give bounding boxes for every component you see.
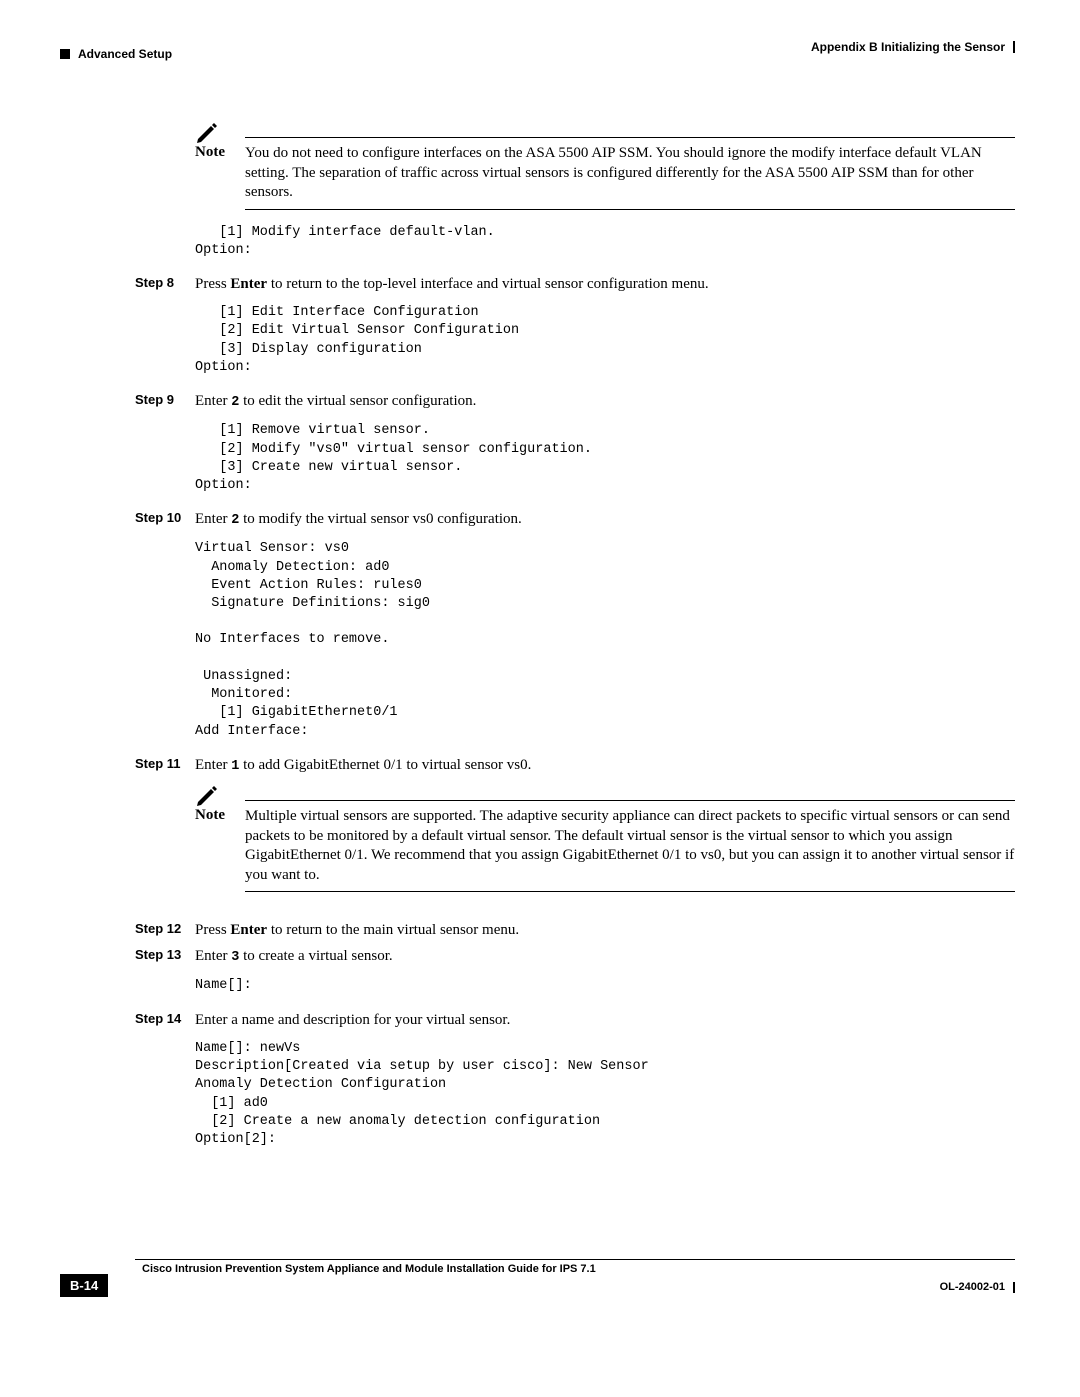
- footer-separator-icon: [1013, 1282, 1015, 1293]
- page-number: B-14: [60, 1274, 108, 1297]
- note-text: Multiple virtual sensors are supported. …: [245, 807, 1015, 885]
- code-block: [1] Modify interface default-vlan. Optio…: [195, 224, 1015, 260]
- pencil-icon: [195, 121, 219, 143]
- step-label: Step 14: [135, 1010, 195, 1030]
- step-text: Enter 2 to modify the virtual sensor vs0…: [195, 509, 1015, 530]
- note-label: Note: [195, 144, 245, 203]
- code-block: [1] Remove virtual sensor. [2] Modify "v…: [195, 422, 1015, 495]
- step-label: Step 11: [135, 755, 195, 776]
- doc-number: OL-24002-01: [940, 1281, 1005, 1293]
- step-row: Step 10 Enter 2 to modify the virtual se…: [135, 509, 1015, 530]
- step-row: Step 12 Press Enter to return to the mai…: [135, 920, 1015, 940]
- page-footer: Cisco Intrusion Prevention System Applia…: [60, 1259, 1015, 1309]
- step-text: Enter 1 to add GigabitEthernet 0/1 to vi…: [195, 755, 1015, 776]
- step-text: Press Enter to return to the top-level i…: [195, 274, 1015, 294]
- section-title: Advanced Setup: [78, 47, 172, 61]
- note-block: Note Multiple virtual sensors are suppor…: [135, 784, 1015, 892]
- note-block: Note You do not need to configure interf…: [135, 121, 1015, 210]
- step-label: Step 8: [135, 274, 195, 294]
- step-row: Step 13 Enter 3 to create a virtual sens…: [135, 946, 1015, 967]
- step-text: Enter 3 to create a virtual sensor.: [195, 946, 1015, 967]
- step-row: Step 11 Enter 1 to add GigabitEthernet 0…: [135, 755, 1015, 776]
- page-content: Note You do not need to configure interf…: [135, 121, 1015, 1149]
- step-label: Step 13: [135, 946, 195, 967]
- step-row: Step 9 Enter 2 to edit the virtual senso…: [135, 391, 1015, 412]
- header-separator-icon: [1013, 41, 1015, 53]
- note-text: You do not need to configure interfaces …: [245, 144, 1015, 203]
- note-label: Note: [195, 807, 245, 885]
- pencil-icon: [195, 784, 219, 806]
- step-row: Step 14 Enter a name and description for…: [135, 1010, 1015, 1030]
- page-header: Advanced Setup Appendix B Initializing t…: [60, 40, 1015, 61]
- code-block: Name[]:: [195, 977, 1015, 995]
- step-label: Step 9: [135, 391, 195, 412]
- step-label: Step 12: [135, 920, 195, 940]
- code-block: Name[]: newVs Description[Created via se…: [195, 1040, 1015, 1149]
- step-text: Press Enter to return to the main virtua…: [195, 920, 1015, 940]
- step-row: Step 8 Press Enter to return to the top-…: [135, 274, 1015, 294]
- step-text: Enter a name and description for your vi…: [195, 1010, 1015, 1030]
- code-block: [1] Edit Interface Configuration [2] Edi…: [195, 304, 1015, 377]
- footer-guide-title: Cisco Intrusion Prevention System Applia…: [142, 1263, 596, 1275]
- step-label: Step 10: [135, 509, 195, 530]
- header-marker-icon: [60, 49, 70, 59]
- code-block: Virtual Sensor: vs0 Anomaly Detection: a…: [195, 540, 1015, 740]
- step-text: Enter 2 to edit the virtual sensor confi…: [195, 391, 1015, 412]
- appendix-title: Appendix B Initializing the Sensor: [811, 40, 1005, 54]
